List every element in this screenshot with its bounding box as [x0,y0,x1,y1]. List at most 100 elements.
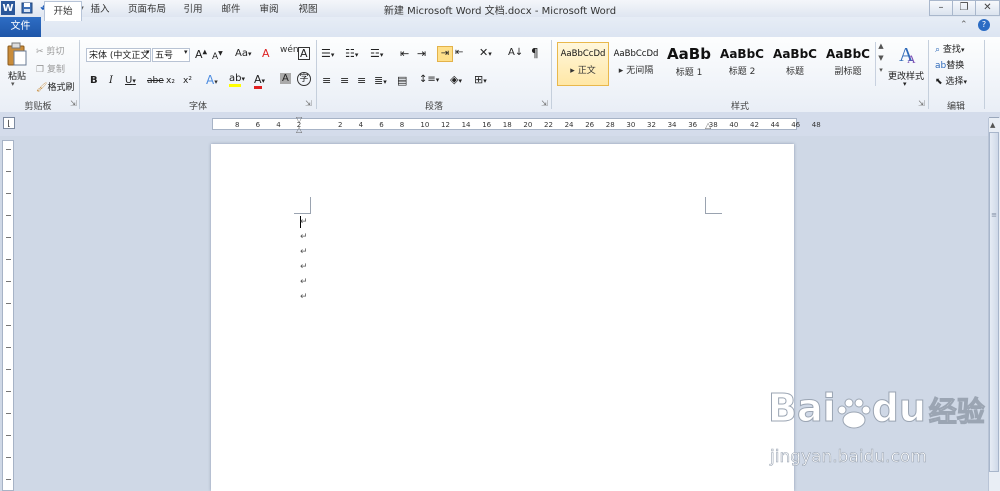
strikethrough-button[interactable]: abe [147,76,164,86]
select-button[interactable]: ⬉ 选择▾ [935,74,967,87]
shading-button[interactable]: ◈▾ [450,73,462,86]
style-heading-2[interactable]: AaBbC 标题 2 [716,42,768,86]
first-line-indent-marker[interactable]: ▽ [296,115,302,124]
tab-insert[interactable]: 插入 [84,0,116,20]
tab-selector-button[interactable]: ⌊ [3,117,15,129]
highlight-button[interactable]: ab▾ [229,73,245,87]
paragraph-mark: ↵ [300,262,308,272]
change-case-button[interactable]: Aa▾ [235,48,251,59]
vertical-ruler-tick [6,457,11,458]
tab-home[interactable]: 开始 [44,1,82,21]
line-spacing-button[interactable]: ↕≡▾ [419,74,439,85]
ruler-tick-label: 34 [667,121,677,129]
bold-button[interactable]: B [90,75,98,86]
copy-button[interactable]: ❐ 复制 [36,62,65,75]
document-page[interactable]: ↵ ↵ ↵ ↵ ↵ ↵ [211,144,794,491]
font-dialog-launcher-icon[interactable]: ⇲ [305,100,313,108]
justify-button[interactable]: ≣▾ [374,74,387,87]
text-effects-button[interactable]: A▾ [206,73,218,87]
more-styles-icon[interactable]: ▾ [876,66,886,74]
paragraph-dialog-launcher-icon[interactable]: ⇲ [541,100,549,108]
style-title[interactable]: AaBbC 标题 [769,42,821,86]
italic-button[interactable]: I [109,75,113,86]
help-icon[interactable]: ? [978,19,990,31]
tab-review[interactable]: 审阅 [254,0,284,20]
font-color-button[interactable]: A▾ [254,73,265,89]
font-name-dropdown-icon[interactable]: ▾ [146,48,150,56]
vertical-ruler-tick [6,215,11,216]
format-painter-button[interactable]: 🖌格式刷 [36,80,74,93]
tab-page-layout[interactable]: 页面布局 [124,0,170,20]
tab-mailings[interactable]: 邮件 [216,0,246,20]
multilevel-list-button[interactable]: ☲▾ [370,47,383,60]
align-center-button[interactable]: ≡ [340,74,349,87]
ltr-text-button[interactable]: ⇥ [437,46,453,62]
word-app-icon[interactable]: W [1,1,15,15]
cut-button[interactable]: ✂ 剪切 [36,44,64,57]
right-indent-marker[interactable]: △ [705,121,711,130]
style-subtitle[interactable]: AaBbC 副标题 [822,42,874,86]
subscript-button[interactable]: x₂ [166,76,175,86]
scroll-down-icon[interactable]: ▼ [876,54,886,62]
borders-button[interactable]: ⊞▾ [474,73,487,86]
sort-button[interactable]: A↓ [508,47,523,58]
minimize-ribbon-icon[interactable]: ⌃ [960,20,968,30]
bullets-button[interactable]: ☰▾ [321,47,334,60]
vertical-ruler-tick [6,281,11,282]
scroll-up-icon[interactable]: ▲ [876,42,886,50]
underline-button[interactable]: U▾ [125,75,136,86]
ruler-tick-label: 10 [420,121,430,129]
restore-button[interactable]: ❐ [952,0,976,16]
decrease-indent-button[interactable]: ⇤ [400,47,409,60]
replace-button[interactable]: ab替换 [935,58,964,71]
highlighter-icon: ab [229,73,242,87]
scroll-up-arrow-icon[interactable]: ▲ [990,121,995,129]
clear-formatting-button[interactable]: A [262,47,270,60]
enclose-characters-button[interactable]: 字 [297,72,311,86]
character-border-button[interactable]: A [298,47,310,60]
increase-indent-button[interactable]: ⇥ [417,47,426,60]
rtl-text-button[interactable]: ⇤ [455,47,463,58]
style-normal[interactable]: AaBbCcDd ▸ 正文 [557,42,609,86]
save-icon[interactable] [20,1,34,15]
shrink-font-button[interactable]: A▼ [212,50,223,62]
show-marks-button[interactable]: ¶ [531,46,539,60]
align-right-button[interactable]: ≡ [357,74,366,87]
change-styles-dropdown-icon[interactable]: ▾ [903,80,907,88]
font-group-label: 字体 [188,102,207,112]
style-heading-1[interactable]: AaBb 标题 1 [663,42,715,86]
scrollbar-thumb[interactable]: ≡ [989,132,999,472]
vertical-ruler[interactable] [2,140,14,491]
clipboard-dialog-launcher-icon[interactable]: ⇲ [70,100,78,108]
hanging-indent-marker[interactable]: △ [296,125,302,134]
font-size-dropdown-icon[interactable]: ▾ [184,48,188,56]
paste-dropdown-icon[interactable]: ▾ [11,80,15,88]
paragraph-mark: ↵ [300,277,308,287]
clipboard-group-label: 剪贴板 [24,102,52,112]
numbering-button[interactable]: ☷▾ [345,47,358,60]
grow-font-button[interactable]: A▲ [195,48,207,61]
ruler-tick-label: 40 [729,121,739,129]
minimize-button[interactable]: – [929,0,953,16]
tab-file[interactable]: 文件 [0,17,41,37]
close-button[interactable]: ✕ [975,0,1000,16]
styles-gallery-scroll[interactable]: ▲ ▼ ▾ [875,42,886,86]
tab-references[interactable]: 引用 [178,0,208,20]
ruler-tick-label: 46 [791,121,801,129]
chinese-layout-button[interactable]: ✕▾ [479,46,492,59]
vertical-ruler-tick [6,479,11,480]
character-shading-button[interactable]: A [280,73,291,84]
paw-icon [836,395,872,428]
phonetic-guide-button[interactable]: wén [280,45,299,55]
style-no-spacing[interactable]: AaBbCcDd ▸ 无间隔 [610,42,662,86]
paragraph-mark: ↵ [300,217,308,227]
font-name-combo[interactable]: 宋体 (中文正文 [86,48,151,62]
editing-group-label: 编辑 [946,102,965,112]
styles-dialog-launcher-icon[interactable]: ⇲ [918,100,926,108]
ruler-tick-label: 6 [255,121,261,129]
align-left-button[interactable]: ≡ [322,74,331,87]
tab-view[interactable]: 视图 [293,0,323,20]
superscript-button[interactable]: x² [183,76,192,86]
distributed-button[interactable]: ▤ [397,74,407,87]
find-button[interactable]: ⌕ 查找▾ [935,42,964,55]
